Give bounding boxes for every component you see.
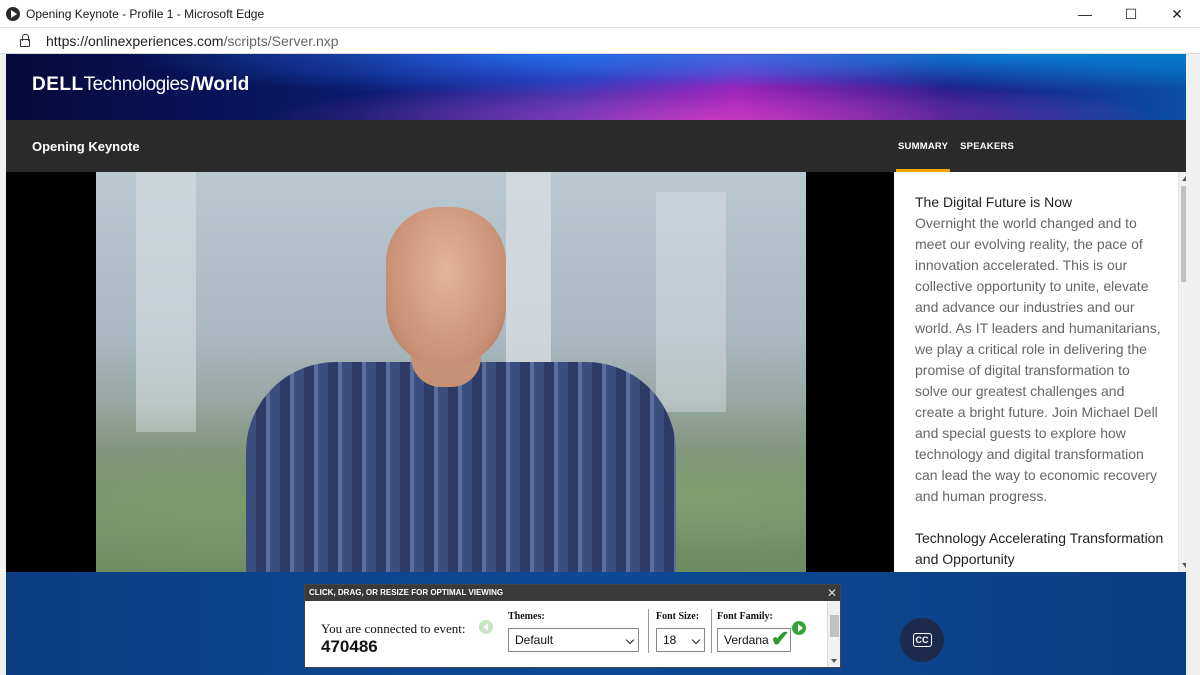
caption-widget-scrollbar[interactable] [827,601,840,667]
window-title-bar: Opening Keynote - Profile 1 - Microsoft … [0,0,1200,28]
minimize-button[interactable]: — [1062,0,1108,28]
connected-text: You are connected to event: [321,621,466,636]
session-tabs: SUMMARY SPEAKERS [896,120,1024,172]
scrollbar-thumb[interactable] [1181,186,1186,282]
previous-arrow-icon[interactable] [479,620,493,634]
font-family-value: Verdana [724,633,769,647]
tab-summary[interactable]: SUMMARY [896,120,951,172]
chevron-down-icon [691,635,701,645]
app-play-icon [6,6,20,21]
caption-widget-instructions: CLICK, DRAG, OR RESIZE FOR OPTIMAL VIEWI… [309,588,504,597]
logo-technologies: Technologies [83,74,189,95]
themes-select[interactable]: Default [508,628,639,652]
caption-widget-close-icon[interactable]: ✕ [827,585,837,601]
url-path: /scripts/Server.nxp [223,32,339,49]
tab-speakers[interactable]: SPEAKERS [958,120,1016,172]
speaker-shirt [246,362,676,572]
background-building [656,192,726,412]
scroll-up-icon[interactable] [1182,176,1186,181]
speaker-head [386,207,506,367]
url-text[interactable]: https://onlinexperiences.com/scripts/Ser… [46,33,339,49]
closed-captions-button[interactable]: CC [900,618,944,662]
event-id: 470486 [321,637,378,656]
brand-banner: DELL Technologies /World [6,54,1186,120]
summary-heading: The Digital Future is Now [915,194,1073,210]
font-family-label: Font Family: [717,611,773,622]
close-window-button[interactable]: ✕ [1154,0,1200,28]
scrollbar-thumb[interactable] [830,615,839,637]
url-host: https://onlinexperiences.com [46,32,224,49]
scroll-down-icon[interactable] [831,659,837,663]
themes-label: Themes: [508,611,545,622]
background-building [136,172,196,432]
chevron-down-icon [625,635,635,645]
caption-widget-header[interactable]: CLICK, DRAG, OR RESIZE FOR OPTIMAL VIEWI… [305,585,840,601]
session-title: Opening Keynote [32,139,140,154]
next-arrow-icon[interactable] [792,621,806,635]
browser-viewport: DELL Technologies /World Opening Keynote… [0,54,1200,675]
summary-panel[interactable]: The Digital Future is Now Overnight the … [894,172,1186,572]
lock-icon [20,33,30,47]
session-header: Opening Keynote SUMMARY SPEAKERS [6,120,1186,172]
summary-body: Overnight the world changed and to meet … [915,215,1161,504]
font-size-label: Font Size: [656,611,700,622]
summary-heading: Technology Accelerating Transformation a… [915,530,1164,567]
logo-dell: DELL [32,74,84,95]
caption-widget-body: You are connected to event: 470486 Theme… [305,601,840,667]
maximize-button[interactable]: ☐ [1108,0,1154,28]
divider [648,609,649,653]
window-controls: — ☐ ✕ [1062,0,1200,28]
event-page: DELL Technologies /World Opening Keynote… [6,54,1186,675]
keynote-video-frame[interactable] [96,172,806,572]
logo-world: /World [190,74,250,95]
window-title: Opening Keynote - Profile 1 - Microsoft … [26,6,265,21]
scroll-down-icon[interactable] [1182,563,1186,568]
summary-scrollbar[interactable] [1178,172,1186,572]
caption-widget[interactable]: CLICK, DRAG, OR RESIZE FOR OPTIMAL VIEWI… [304,584,841,668]
summary-content: The Digital Future is Now Overnight the … [915,192,1165,570]
cc-icon: CC [912,633,932,647]
themes-selected-value: Default [515,633,554,647]
font-size-select[interactable]: 18 [656,628,705,652]
video-player[interactable] [6,172,894,572]
divider [711,609,712,653]
checkmark-icon[interactable]: ✔ [771,628,789,650]
address-bar[interactable]: https://onlinexperiences.com/scripts/Ser… [0,28,1200,54]
dell-technologies-world-logo: DELL Technologies /World [32,74,249,96]
font-size-selected-value: 18 [663,633,677,647]
